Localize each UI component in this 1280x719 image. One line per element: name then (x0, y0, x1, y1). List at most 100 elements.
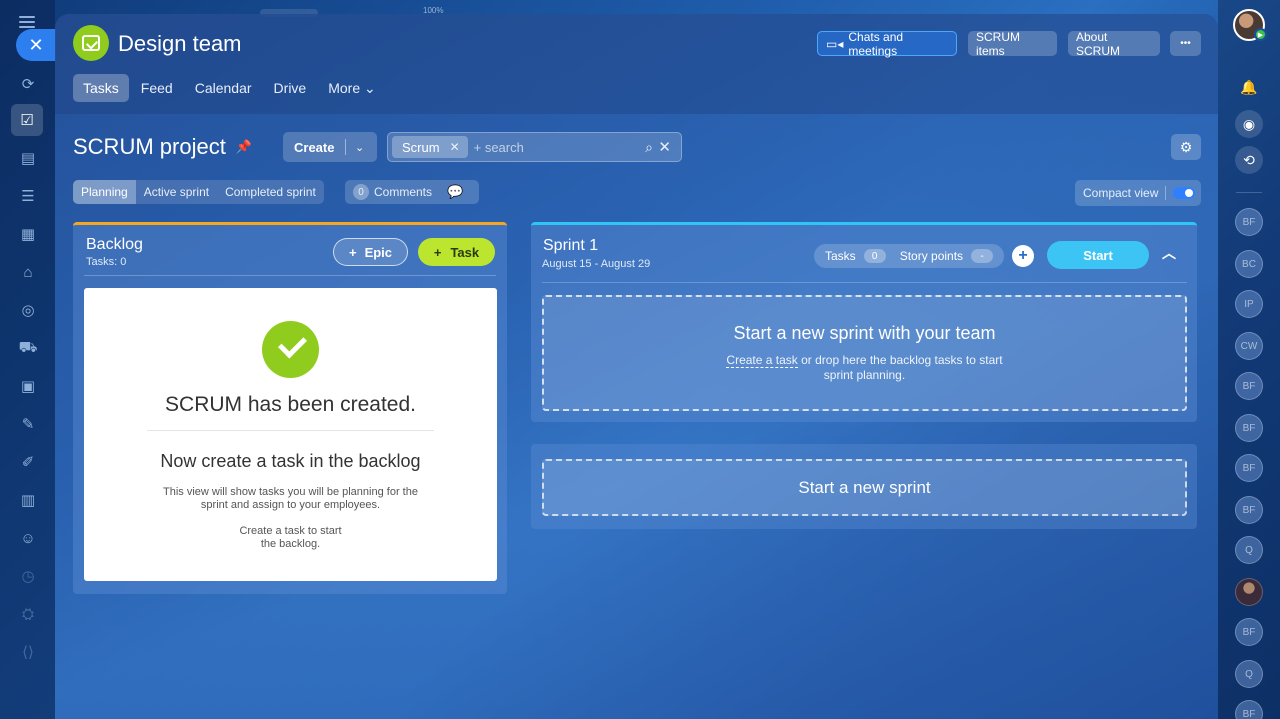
user-avatar[interactable]: BF (1235, 208, 1263, 236)
sprint-title[interactable]: Sprint 1 (543, 237, 598, 255)
create-task-link[interactable]: Create a task (726, 353, 798, 368)
nav-drive[interactable]: Drive (264, 74, 317, 102)
compact-view-control[interactable]: Compact view (1075, 180, 1201, 206)
view-tabs: Planning Active sprint Completed sprint (73, 180, 324, 204)
box-icon[interactable]: ▣ (16, 374, 40, 398)
pin-icon[interactable]: 📌 (236, 139, 252, 155)
menu-icon[interactable] (19, 16, 35, 28)
current-user-avatar[interactable]: ▶ (1233, 9, 1267, 41)
nav-calendar[interactable]: Calendar (185, 74, 262, 102)
left-sidebar: ✕ ⟳ ☑ ▤ ☰ ▦ ⌂ ◎ ⛟ ▣ ✎ ✐ ▥ ☺ ◷ ⛭ ⟨⟩ (0, 0, 56, 719)
chevron-down-icon[interactable]: ⌄ (346, 141, 364, 154)
create-button[interactable]: Create ⌄ (283, 132, 377, 162)
comments-button[interactable]: 0 Comments 💬 (345, 180, 479, 204)
rail-divider (1236, 192, 1262, 193)
code-icon[interactable]: ⟨⟩ (16, 640, 40, 664)
tab-completed-sprint[interactable]: Completed sprint (217, 180, 324, 204)
user-avatar[interactable]: BF (1235, 454, 1263, 482)
comments-count: 0 (353, 184, 369, 200)
collab-icon[interactable]: ⟳ (16, 72, 40, 96)
user-avatar[interactable]: BC (1235, 250, 1263, 278)
tab-active-sprint[interactable]: Active sprint (136, 180, 217, 204)
sprint-dates[interactable]: August 15 - August 29 (542, 258, 650, 270)
user-avatar[interactable]: Q (1235, 660, 1263, 688)
scrum-items-button[interactable]: SCRUM items (968, 30, 1057, 58)
user-avatar[interactable]: Q (1235, 536, 1263, 564)
group-title: Design team (118, 31, 242, 56)
settings-gear-icon[interactable]: ⚙ (1171, 134, 1201, 160)
card-subheading: Now create a task in the backlog (160, 451, 421, 471)
tasks-icon[interactable]: ☑ (11, 104, 43, 136)
drop-heading: Start a new sprint with your team (733, 323, 996, 343)
close-slider-button[interactable]: ✕ (16, 29, 56, 61)
pen-icon[interactable]: ✐ (16, 450, 40, 474)
about-scrum-button[interactable]: About SCRUM (1068, 30, 1160, 58)
nav-tasks[interactable]: Tasks (73, 74, 129, 102)
card-text-line: sprint and assign to your employees. (200, 499, 381, 511)
search-input[interactable] (473, 139, 634, 155)
calendar-icon[interactable]: ▦ (16, 222, 40, 246)
plus-icon: + (348, 244, 357, 260)
new-sprint-panel: Start a new sprint (531, 444, 1197, 529)
user-avatar[interactable]: BF (1235, 372, 1263, 400)
filter-icon[interactable]: ☰ (16, 184, 40, 208)
user-avatar[interactable]: BF (1235, 496, 1263, 524)
chats-meetings-button[interactable]: ▭◂ Chats and meetings (817, 30, 957, 58)
add-to-sprint-button[interactable]: + (1012, 245, 1034, 267)
filter-chip[interactable]: Scrum ✕ (392, 136, 468, 158)
store-icon[interactable]: ⌂ (16, 260, 40, 284)
card-divider (147, 430, 434, 431)
search-bar[interactable]: Scrum ✕ ⌕ ✕ (387, 132, 682, 162)
backlog-empty-card: SCRUM has been created. Now create a tas… (84, 288, 497, 581)
card-text-line: the backlog. (260, 538, 321, 550)
copilot-icon[interactable]: ◉ (1235, 110, 1263, 138)
online-status-icon: ▶ (1254, 28, 1267, 41)
more-dots-button[interactable]: ••• (1170, 31, 1201, 56)
comments-icon: 💬 (447, 184, 464, 199)
group-header: Design team ▭◂ Chats and meetings SCRUM … (55, 14, 1218, 114)
add-task-button[interactable]: + Task (418, 238, 495, 266)
group-icon[interactable]: ⛭ (16, 602, 40, 626)
sprint-panel: Sprint 1 August 15 - August 29 Tasks 0 S… (531, 222, 1197, 422)
user-avatar[interactable]: BF (1235, 414, 1263, 442)
clock-icon[interactable]: ◷ (16, 564, 40, 588)
search-icon[interactable]: ⌕ (645, 139, 653, 156)
scrum-panel: Design team ▭◂ Chats and meetings SCRUM … (55, 14, 1218, 719)
checkmark-icon (262, 321, 319, 378)
user-avatar-photo[interactable] (1235, 578, 1263, 606)
chart-icon[interactable]: ▥ (16, 488, 40, 512)
user-avatar[interactable]: CW (1235, 332, 1263, 360)
chevron-up-icon[interactable]: ︿ (1162, 243, 1176, 263)
document-icon[interactable]: ✎ (16, 412, 40, 436)
card-text-line: Create a task to start (239, 525, 342, 537)
chat-sync-icon[interactable]: ⟲ (1235, 146, 1263, 174)
compact-view-toggle[interactable] (1173, 187, 1196, 199)
plus-icon: + (433, 244, 442, 260)
nav-more[interactable]: More ⌄ (318, 74, 386, 102)
robot-icon[interactable]: ☺ (16, 526, 40, 550)
user-avatar[interactable]: BF (1235, 700, 1263, 719)
bell-icon[interactable]: 🔔 (1235, 73, 1263, 101)
sprint-stats: Tasks 0 Story points - (814, 244, 1004, 268)
cart-icon[interactable]: ⛟ (16, 336, 40, 360)
messages-icon[interactable]: ▤ (16, 146, 40, 170)
compact-divider (1165, 186, 1167, 200)
target-icon[interactable]: ◎ (16, 298, 40, 322)
sprint-divider (542, 282, 1187, 283)
nav-feed[interactable]: Feed (131, 74, 183, 102)
clear-search-icon[interactable]: ✕ (658, 138, 671, 156)
sprint-drop-zone[interactable]: Start a new sprint with your team Create… (542, 295, 1187, 411)
chip-remove-icon[interactable]: ✕ (450, 140, 460, 154)
backlog-count: Tasks: 0 (86, 256, 127, 268)
add-epic-button[interactable]: + Epic (333, 238, 408, 266)
tab-planning[interactable]: Planning (73, 180, 136, 204)
user-avatar[interactable]: BF (1235, 618, 1263, 646)
user-avatar[interactable]: IP (1235, 290, 1263, 318)
start-sprint-button[interactable]: Start (1047, 241, 1149, 269)
card-text-line: This view will show tasks you will be pl… (163, 486, 418, 498)
group-nav: Tasks Feed Calendar Drive More ⌄ (73, 74, 388, 102)
backlog-title: Backlog (86, 236, 143, 253)
tasks-count-badge: 0 (863, 249, 886, 263)
page-title: SCRUM project 📌 (73, 134, 252, 159)
start-new-sprint-button[interactable]: Start a new sprint (542, 459, 1187, 516)
